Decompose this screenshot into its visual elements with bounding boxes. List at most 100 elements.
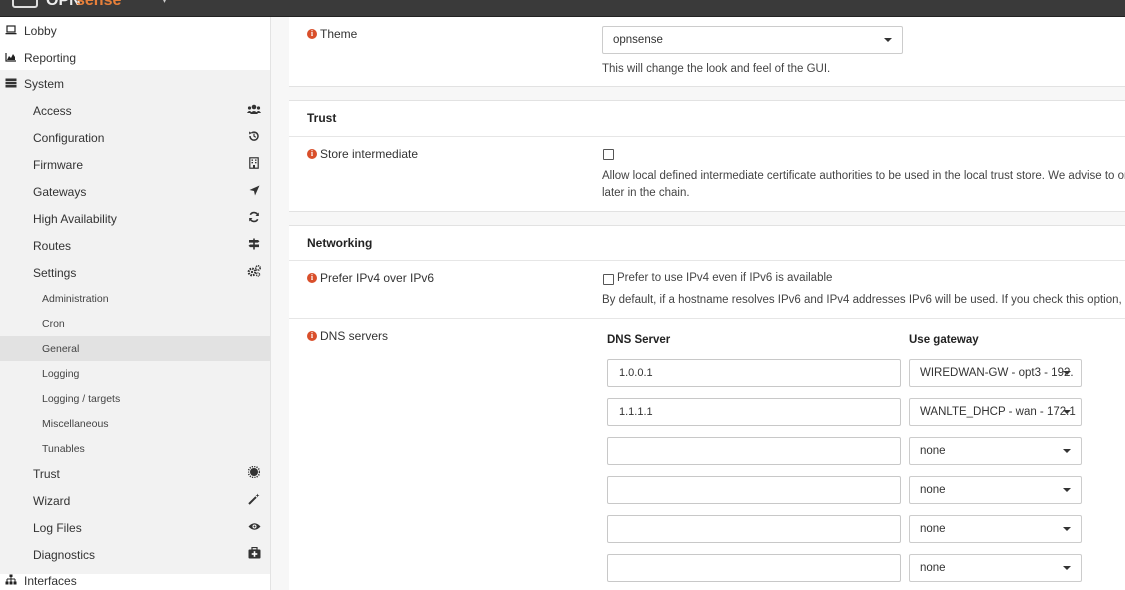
sidebar-item-label: Gateways xyxy=(33,184,87,199)
sidebar-item-label: Reporting xyxy=(24,50,77,65)
info-icon[interactable]: i xyxy=(307,149,317,159)
dns-gateway-select-value: none xyxy=(920,523,946,535)
dns-server-input[interactable]: 1.0.0.1 xyxy=(607,359,901,387)
sidebar: Lobby Reporting System Access Configurat… xyxy=(0,17,271,590)
trust-panel: Trust i Store intermediate Allow local d… xyxy=(289,100,1125,212)
caret-down-icon xyxy=(1063,449,1071,453)
dns-server-input[interactable]: 1.1.1.1 xyxy=(607,398,901,426)
store-intermediate-checkbox[interactable] xyxy=(603,149,614,160)
theme-select-value: opnsense xyxy=(613,34,663,46)
chevron-down-icon[interactable]: ▾ xyxy=(162,0,167,6)
sidebar-item-label: System xyxy=(24,76,65,91)
store-intermediate-label: Store intermediate xyxy=(320,147,419,161)
sidebar-item-tunables[interactable]: Tunables xyxy=(0,436,270,461)
sidebar-item-logging-targets[interactable]: Logging / targets xyxy=(0,386,270,411)
theme-row-label: i Theme xyxy=(307,27,357,41)
dns-gateway-select[interactable]: none xyxy=(909,437,1082,465)
magic-icon xyxy=(246,493,262,508)
cogs-icon xyxy=(246,264,262,280)
sidebar-item-cron[interactable]: Cron xyxy=(0,311,270,336)
sidebar-item-label: Trust xyxy=(33,466,60,481)
caret-down-icon xyxy=(1063,410,1071,414)
dns-gateway-select-value: WANLTE_DHCP - wan - 172.1 xyxy=(920,406,1076,418)
sidebar-item-logging[interactable]: Logging xyxy=(0,361,270,386)
sidebar-item-trust[interactable]: Trust xyxy=(0,460,270,487)
info-icon[interactable]: i xyxy=(307,331,317,341)
use-gateway-column-header: Use gateway xyxy=(909,334,979,346)
sidebar-item-reporting[interactable]: Reporting xyxy=(0,44,270,71)
prefer-ipv4-label: Prefer IPv4 over IPv6 xyxy=(320,271,435,285)
sidebar-item-administration[interactable]: Administration xyxy=(0,286,270,311)
divider xyxy=(289,260,1125,261)
sidebar-item-access[interactable]: Access xyxy=(0,97,270,124)
dns-gateway-select-value: none xyxy=(920,484,946,496)
sidebar-item-routes[interactable]: Routes xyxy=(0,232,270,259)
dns-gateway-select-value: WIREDWAN-GW - opt3 - 192. xyxy=(920,367,1074,379)
dns-server-input[interactable] xyxy=(607,437,901,465)
sidebar-item-system[interactable]: System xyxy=(0,70,270,97)
sidebar-item-configuration[interactable]: Configuration xyxy=(0,124,270,151)
map-signs-icon xyxy=(246,238,262,253)
location-arrow-icon xyxy=(246,185,262,199)
sidebar-item-miscellaneous[interactable]: Miscellaneous xyxy=(0,411,270,436)
sidebar-item-settings[interactable]: Settings xyxy=(0,259,270,286)
caret-down-icon xyxy=(1063,566,1071,570)
trust-heading: Trust xyxy=(307,111,337,125)
dns-gateway-select-value: none xyxy=(920,445,946,457)
medkit-icon xyxy=(246,546,262,562)
dns-servers-row-label: i DNS servers xyxy=(307,329,388,343)
refresh-icon xyxy=(246,211,262,226)
sidebar-item-general[interactable]: General xyxy=(0,336,270,361)
logo-text-right[interactable]: sense xyxy=(76,0,121,10)
caret-down-icon xyxy=(1063,488,1071,492)
dns-server-input[interactable] xyxy=(607,515,901,543)
dns-server-column-header: DNS Server xyxy=(607,334,671,346)
dns-servers-label: DNS servers xyxy=(320,329,389,343)
store-intermediate-help-line1: Allow local defined intermediate certifi… xyxy=(602,170,1125,182)
dns-gateway-select[interactable]: WANLTE_DHCP - wan - 172.1 xyxy=(909,398,1082,426)
sidebar-item-lobby[interactable]: Lobby xyxy=(0,17,270,44)
users-icon xyxy=(246,104,262,118)
sidebar-item-log-files[interactable]: Log Files xyxy=(0,514,270,541)
dns-gateway-select-value: none xyxy=(920,562,946,574)
sidebar-item-label: Lobby xyxy=(24,23,57,38)
main-content: i Theme opnsense This will change the lo… xyxy=(289,17,1125,590)
prefer-ipv4-checkbox[interactable] xyxy=(603,274,614,285)
logo-icon[interactable] xyxy=(12,0,38,8)
sidebar-item-label: Routes xyxy=(33,238,72,253)
dns-gateway-select[interactable]: none xyxy=(909,476,1082,504)
dns-gateway-select[interactable]: none xyxy=(909,515,1082,543)
eye-icon xyxy=(246,522,262,534)
dns-server-input[interactable] xyxy=(607,554,901,582)
area-chart-icon xyxy=(4,51,18,65)
info-icon[interactable]: i xyxy=(307,29,317,39)
store-intermediate-help-line2: later in the chain. xyxy=(602,187,690,199)
caret-down-icon xyxy=(884,38,892,42)
theme-select[interactable]: opnsense xyxy=(602,26,903,54)
certificate-icon xyxy=(246,465,262,481)
sidebar-item-label: Firmware xyxy=(33,157,83,172)
sidebar-item-label: Access xyxy=(33,103,72,118)
prefer-ipv4-row-label: i Prefer IPv4 over IPv6 xyxy=(307,271,434,285)
dns-gateway-select[interactable]: none xyxy=(909,554,1082,582)
server-icon xyxy=(4,77,18,91)
sidebar-item-label: Wizard xyxy=(33,493,71,508)
sidebar-item-wizard[interactable]: Wizard xyxy=(0,487,270,514)
dns-server-input[interactable] xyxy=(607,476,901,504)
prefer-ipv4-checkbox-text[interactable]: Prefer to use IPv4 even if IPv6 is avail… xyxy=(617,270,832,287)
sidebar-item-interfaces[interactable]: Interfaces xyxy=(0,567,270,590)
divider xyxy=(289,136,1125,137)
sidebar-item-high-availability[interactable]: High Availability xyxy=(0,205,270,232)
sidebar-item-diagnostics[interactable]: Diagnostics xyxy=(0,541,270,568)
dns-gateway-select[interactable]: WIREDWAN-GW - opt3 - 192. xyxy=(909,359,1082,387)
sidebar-item-label: Configuration xyxy=(33,130,105,145)
sidebar-item-firmware[interactable]: Firmware xyxy=(0,151,270,178)
caret-down-icon xyxy=(1063,527,1071,531)
sidebar-item-label: Diagnostics xyxy=(33,547,96,562)
sidebar-item-label: Settings xyxy=(33,265,77,280)
info-icon[interactable]: i xyxy=(307,273,317,283)
theme-help-text: This will change the look and feel of th… xyxy=(602,63,831,75)
sidebar-item-gateways[interactable]: Gateways xyxy=(0,178,270,205)
sidebar-item-label: High Availability xyxy=(33,211,117,226)
prefer-ipv4-help: By default, if a hostname resolves IPv6 … xyxy=(602,294,1125,306)
